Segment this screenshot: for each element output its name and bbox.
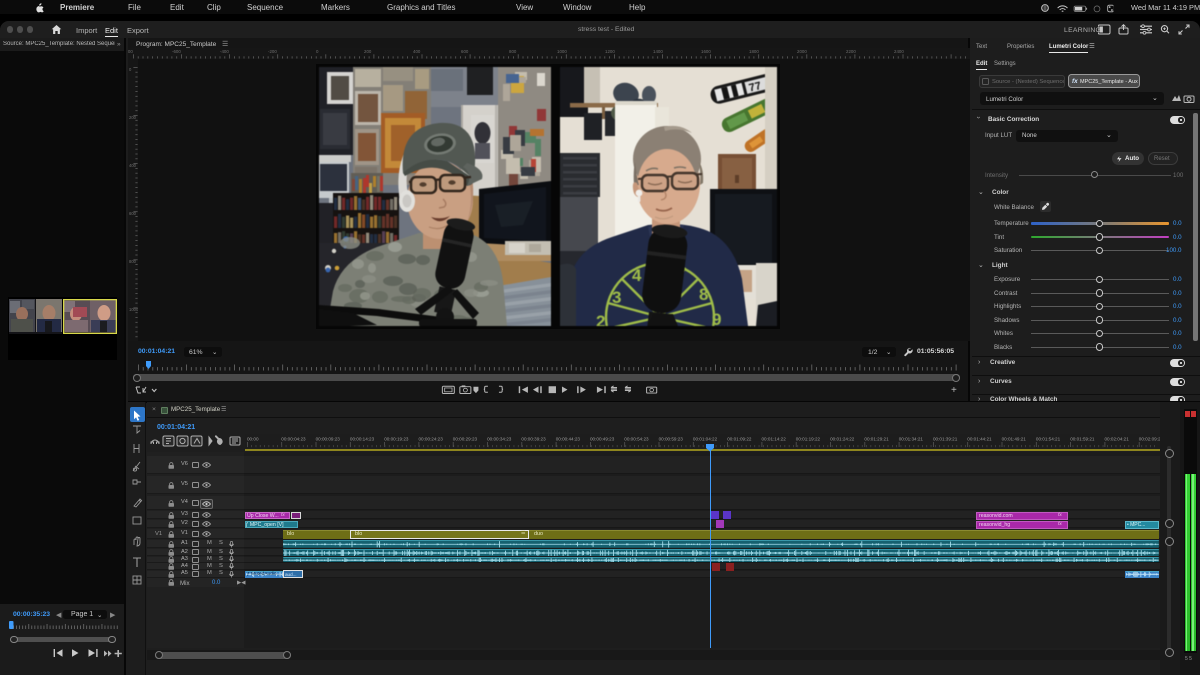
svg-text:00:00:49:23: 00:00:49:23 — [590, 437, 615, 442]
svg-text:1400: 1400 — [653, 49, 663, 54]
svg-text:00:00:54:23: 00:00:54:23 — [624, 437, 649, 442]
svg-text:00:00:14:23: 00:00:14:23 — [350, 437, 375, 442]
svg-text:00:01:29:21: 00:01:29:21 — [864, 437, 889, 442]
svg-text:2200: 2200 — [846, 49, 856, 54]
svg-text:00:01:04:22: 00:01:04:22 — [693, 437, 718, 442]
svg-text:00:00:24:23: 00:00:24:23 — [419, 437, 444, 442]
svg-text:00:00:59:23: 00:00:59:23 — [659, 437, 684, 442]
svg-text:-200: -200 — [268, 49, 277, 54]
svg-text:00:01:34:21: 00:01:34:21 — [899, 437, 924, 442]
svg-text:00:01:09:22: 00:01:09:22 — [727, 437, 752, 442]
svg-text:00:01:44:21: 00:01:44:21 — [967, 437, 992, 442]
svg-text:00:01:54:21: 00:01:54:21 — [1036, 437, 1061, 442]
svg-text:800: 800 — [509, 49, 517, 54]
svg-text:00:02:04:21: 00:02:04:21 — [1105, 437, 1130, 442]
svg-text:400: 400 — [413, 49, 421, 54]
svg-text:1800: 1800 — [749, 49, 759, 54]
svg-text:00:01:14:22: 00:01:14:22 — [762, 437, 787, 442]
svg-text:-800: -800 — [128, 49, 133, 54]
svg-text:1000: 1000 — [129, 307, 138, 312]
svg-text:00:00:34:23: 00:00:34:23 — [487, 437, 512, 442]
svg-text:600: 600 — [129, 211, 137, 216]
svg-text:-400: -400 — [220, 49, 229, 54]
svg-text:00:00:44:23: 00:00:44:23 — [556, 437, 581, 442]
svg-text:00:00:09:23: 00:00:09:23 — [316, 437, 341, 442]
svg-text:200: 200 — [364, 49, 372, 54]
svg-text:3: 3 — [612, 288, 621, 307]
svg-text:2: 2 — [596, 312, 605, 326]
svg-text:00:01:24:22: 00:01:24:22 — [830, 437, 855, 442]
svg-text:00:01:49:21: 00:01:49:21 — [1002, 437, 1027, 442]
svg-text:1200: 1200 — [605, 49, 615, 54]
svg-text:00:00:29:23: 00:00:29:23 — [453, 437, 478, 442]
svg-text:00:00:04:23: 00:00:04:23 — [281, 437, 306, 442]
svg-text:00:01:39:21: 00:01:39:21 — [933, 437, 958, 442]
svg-text:2400: 2400 — [894, 49, 904, 54]
svg-text:200: 200 — [129, 115, 137, 120]
svg-text:00:00: 00:00 — [247, 437, 259, 442]
svg-text:00:00:39:23: 00:00:39:23 — [521, 437, 546, 442]
svg-text:400: 400 — [129, 163, 137, 168]
svg-text:00:01:19:22: 00:01:19:22 — [796, 437, 821, 442]
svg-text:4: 4 — [632, 266, 642, 285]
svg-text:1000: 1000 — [557, 49, 567, 54]
svg-text:600: 600 — [461, 49, 469, 54]
svg-text:00:02:09:21: 00:02:09:21 — [1139, 437, 1160, 442]
svg-text:2000: 2000 — [797, 49, 807, 54]
svg-text:800: 800 — [129, 259, 137, 264]
svg-text:-600: -600 — [172, 49, 181, 54]
svg-text:00:00:19:23: 00:00:19:23 — [384, 437, 409, 442]
svg-text:00:01:59:21: 00:01:59:21 — [1070, 437, 1095, 442]
svg-text:9: 9 — [712, 310, 721, 326]
svg-text:1600: 1600 — [701, 49, 711, 54]
svg-text:8: 8 — [699, 285, 708, 304]
